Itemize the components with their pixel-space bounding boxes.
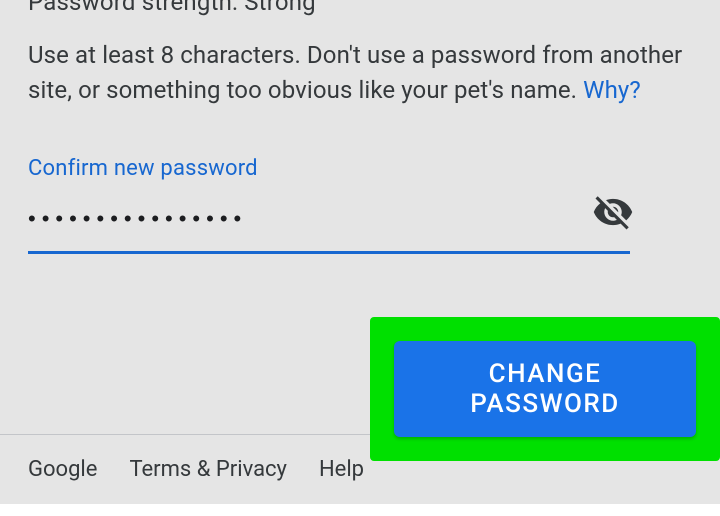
confirm-password-input[interactable] [28, 192, 592, 232]
confirm-password-label: Confirm new password [28, 156, 692, 181]
password-hint-text: Use at least 8 characters. Don't use a p… [28, 38, 692, 108]
change-password-button[interactable]: CHANGE PASSWORD [394, 341, 696, 437]
footer-google-link[interactable]: Google [28, 457, 97, 482]
footer-terms-link[interactable]: Terms & Privacy [129, 457, 287, 482]
highlight-annotation: CHANGE PASSWORD [370, 317, 720, 461]
strength-value: Strong [244, 0, 316, 16]
confirm-password-field-row [28, 191, 630, 254]
why-link[interactable]: Why? [583, 76, 641, 104]
visibility-off-icon[interactable] [592, 191, 634, 233]
password-strength-text: Password strength: Strong [28, 0, 692, 16]
footer-help-link[interactable]: Help [319, 457, 364, 482]
strength-label: Password strength: [28, 0, 238, 16]
